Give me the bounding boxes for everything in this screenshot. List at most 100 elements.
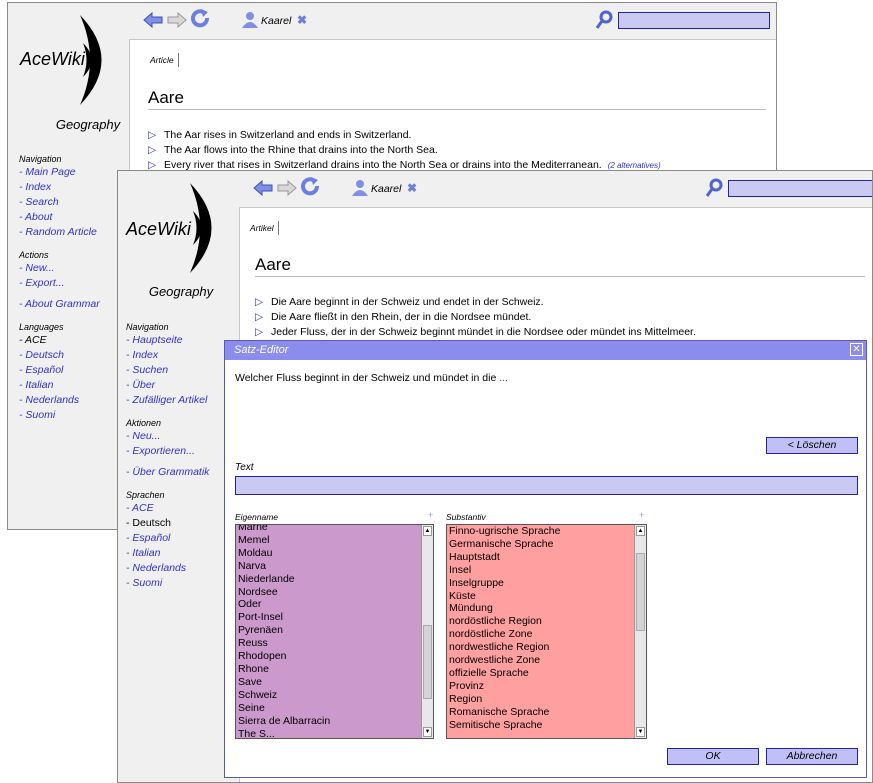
scroll-down-icon[interactable]: ▼ (423, 727, 432, 737)
scrollbar[interactable]: ▲ ▼ (421, 525, 433, 738)
noun-list[interactable]: Finno-ugrische Sprache Germanische Sprach… (446, 524, 647, 739)
list-item[interactable]: Sierra de Albarracin (236, 715, 421, 728)
tab-article[interactable]: Artikel (246, 221, 279, 235)
sentence-item[interactable]: ▷ The Aar rises in Switzerland and ends i… (148, 129, 411, 141)
nav-random-article[interactable]: - Zufälliger Artikel (126, 393, 207, 408)
list-item[interactable]: Marne (236, 525, 421, 534)
scroll-thumb[interactable] (636, 553, 645, 631)
list-item[interactable]: Reuss (236, 637, 421, 650)
ok-button[interactable]: OK (667, 748, 759, 765)
logout-icon[interactable]: ✖ (407, 181, 417, 195)
language-suomi[interactable]: - Suomi (19, 408, 79, 423)
refresh-icon[interactable] (191, 9, 211, 29)
refresh-icon[interactable] (301, 177, 321, 197)
language-deutsch[interactable]: - Deutsch (19, 348, 79, 363)
search-icon[interactable] (595, 10, 613, 30)
list-item[interactable]: Memel (236, 534, 421, 547)
list-item[interactable]: Küste (447, 590, 634, 603)
list-item[interactable]: Insel (447, 564, 634, 577)
scroll-thumb[interactable] (423, 625, 432, 699)
list-item[interactable]: Provinz (447, 680, 634, 693)
list-item[interactable]: nordwestliche Zone (447, 654, 634, 667)
nav-search[interactable]: - Search (19, 195, 97, 210)
nav-main-page[interactable]: - Main Page (19, 165, 97, 180)
list-item[interactable]: Romanische Sprache (447, 706, 634, 719)
list-item[interactable]: Narva (236, 560, 421, 573)
back-arrow-icon[interactable] (253, 180, 273, 196)
list-item[interactable]: Oder (236, 598, 421, 611)
language-italian[interactable]: - Italian (19, 378, 79, 393)
list-item[interactable]: Region (447, 693, 634, 706)
nav-about[interactable]: - About (19, 210, 97, 225)
add-noun-button[interactable]: + (639, 510, 644, 520)
sentence-item[interactable]: ▷ Jeder Fluss, der in der Schweiz beginnt… (255, 326, 696, 338)
list-item[interactable]: Seine (236, 702, 421, 715)
sentence-item[interactable]: ▷ The Aar flows into the Rhine that drain… (148, 144, 438, 156)
list-item[interactable]: Moldau (236, 547, 421, 560)
scrollbar[interactable]: ▲ ▼ (634, 525, 646, 738)
language-suomi[interactable]: - Suomi (126, 576, 186, 591)
action-export[interactable]: - Export... (19, 276, 65, 291)
logo-text: AceWiki (126, 219, 191, 239)
nav-main-page[interactable]: - Hauptseite (126, 333, 207, 348)
text-input[interactable] (235, 476, 858, 495)
username[interactable]: Kaarel (371, 183, 401, 195)
list-item[interactable]: Pyrenäen (236, 624, 421, 637)
nav-search[interactable]: - Suchen (126, 363, 207, 378)
list-item[interactable]: The S... (236, 728, 421, 739)
language-nederlands[interactable]: - Nederlands (19, 393, 79, 408)
search-input[interactable] (618, 12, 770, 29)
list-item[interactable]: Nordsee (236, 586, 421, 599)
language-nederlands[interactable]: - Nederlands (126, 561, 186, 576)
username[interactable]: Kaarel (261, 15, 291, 27)
cancel-button[interactable]: Abbrechen (766, 748, 858, 765)
search-icon[interactable] (705, 178, 723, 198)
action-new[interactable]: - Neu... (126, 429, 195, 444)
language-espanol[interactable]: - Español (19, 363, 79, 378)
list-item[interactable]: Germanische Sprache (447, 538, 634, 551)
tab-article[interactable]: Article (146, 53, 179, 67)
action-export[interactable]: - Exportieren... (126, 444, 195, 459)
forward-arrow-icon[interactable] (277, 180, 297, 196)
sentence-item[interactable]: ▷ Die Aare fließt in den Rhein, der in di… (255, 311, 531, 323)
list-item[interactable]: Rhone (236, 663, 421, 676)
proper-name-list[interactable]: Marne Memel Moldau Narva Niederlande Nordsee O… (235, 524, 434, 739)
list-item[interactable]: Hauptstadt (447, 551, 634, 564)
about-grammar-link[interactable]: - Über Grammatik (126, 465, 209, 480)
list-item[interactable]: nordöstliche Region (447, 615, 634, 628)
forward-arrow-icon[interactable] (167, 12, 187, 28)
action-new[interactable]: - New... (19, 261, 65, 276)
language-italian[interactable]: - Italian (126, 546, 186, 561)
close-icon[interactable]: ✕ (850, 343, 863, 356)
search-input[interactable] (728, 180, 872, 197)
nav-index[interactable]: - Index (19, 180, 97, 195)
scroll-up-icon[interactable]: ▲ (423, 526, 432, 536)
list-item[interactable]: Finno-ugrische Sprache (447, 525, 634, 538)
scroll-up-icon[interactable]: ▲ (636, 526, 645, 536)
list-item[interactable]: Rhodopen (236, 650, 421, 663)
list-item[interactable]: Niederlande (236, 573, 421, 586)
scroll-down-icon[interactable]: ▼ (636, 727, 645, 737)
list-item[interactable]: nordöstliche Zone (447, 628, 634, 641)
sentence-item[interactable]: ▷ Die Aare beginnt in der Schweiz und end… (255, 296, 544, 308)
list-item[interactable]: offizielle Sprache (447, 667, 634, 680)
list-item[interactable]: Save (236, 676, 421, 689)
list-item[interactable]: Mündung (447, 602, 634, 615)
list-item[interactable]: Semitische Sprache (447, 719, 634, 732)
back-arrow-icon[interactable] (143, 12, 163, 28)
list-item[interactable]: Port-Insel (236, 611, 421, 624)
about-grammar-link[interactable]: - About Grammar (19, 297, 100, 312)
logout-icon[interactable]: ✖ (297, 13, 307, 27)
nav-about[interactable]: - Über (126, 378, 207, 393)
nav-random-article[interactable]: - Random Article (19, 225, 97, 240)
language-espanol[interactable]: - Español (126, 531, 186, 546)
delete-button[interactable]: < Löschen (766, 437, 858, 454)
add-proper-name-button[interactable]: + (428, 510, 433, 520)
languages-heading: Languages (19, 322, 64, 332)
list-item[interactable]: nordwestliche Region (447, 641, 634, 654)
alternatives-link[interactable]: (2 alternatives) (608, 161, 661, 170)
list-item[interactable]: Schweiz (236, 689, 421, 702)
list-item[interactable]: Inselgruppe (447, 577, 634, 590)
nav-index[interactable]: - Index (126, 348, 207, 363)
language-ace[interactable]: - ACE (126, 501, 186, 516)
